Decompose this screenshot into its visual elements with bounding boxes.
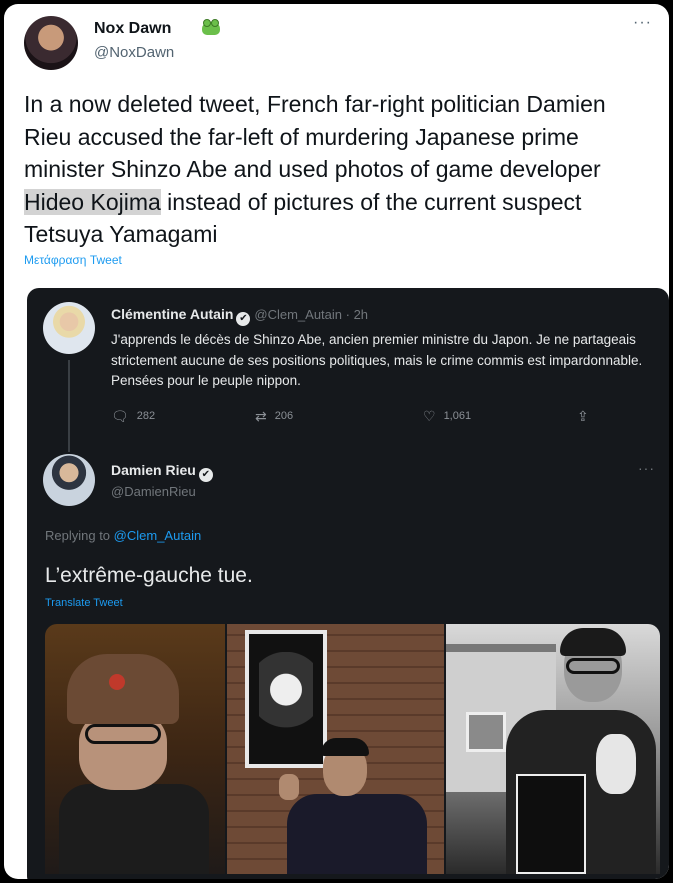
tweet-header: Nox Dawn @NoxDawn ···	[24, 14, 654, 70]
tweet-card: Nox Dawn @NoxDawn ··· In a now deleted t…	[4, 4, 669, 879]
verified-badge-icon: ✔	[198, 468, 213, 482]
share-action[interactable]: ⇪	[577, 408, 597, 425]
reply-count: 282	[136, 410, 156, 422]
reply-author-line: Damien Rieu ✔	[111, 462, 213, 482]
avatar[interactable]	[24, 16, 78, 70]
reply-tweet-text: L’extrême-gauche tue.	[45, 564, 253, 587]
thread-connector	[68, 360, 70, 452]
tweet-text: In a now deleted tweet, French far-right…	[24, 88, 654, 251]
photo-2[interactable]	[227, 624, 444, 874]
retweet-count: 206	[274, 410, 294, 422]
like-icon: ♡	[423, 408, 436, 424]
replying-to: Replying to @Clem_Autain	[45, 528, 201, 543]
tweet-actions: 🗨 282 ⇄ 206 ♡ 1,061 ⇪	[111, 408, 611, 428]
highlighted-text: Hideo Kojima	[24, 188, 161, 215]
avatar-damien-rieu[interactable]	[43, 454, 95, 506]
replying-to-label: Replying to	[45, 528, 114, 543]
reply-icon: 🗨	[111, 408, 129, 424]
translate-tweet-link[interactable]: Translate Tweet	[45, 597, 123, 609]
more-options-icon[interactable]: ···	[638, 460, 655, 476]
author-name[interactable]: Nox Dawn	[94, 20, 171, 38]
retweet-action[interactable]: ⇄ 206	[255, 408, 293, 425]
framed-portrait	[245, 630, 327, 768]
translate-tweet-link[interactable]: Μετάφραση Tweet	[24, 253, 122, 267]
avatar-clementine-autain[interactable]	[43, 302, 95, 354]
reply-author-handle[interactable]: @DamienRieu	[111, 484, 196, 499]
photo-1[interactable]	[45, 624, 225, 874]
original-tweet-text: J'apprends le décès de Shinzo Abe, ancie…	[111, 332, 643, 388]
retweet-icon: ⇄	[255, 408, 267, 424]
replying-to-mention[interactable]: @Clem_Autain	[114, 528, 202, 543]
like-action[interactable]: ♡ 1,061	[423, 408, 471, 425]
share-icon: ⇪	[577, 408, 589, 424]
original-author-line: Clémentine Autain ✔ @Clem_Autain · 2h	[111, 306, 368, 326]
verified-badge-icon: ✔	[236, 312, 251, 326]
photo-3[interactable]	[446, 624, 660, 874]
frog-emoji-icon	[202, 19, 220, 35]
author-handle[interactable]: @NoxDawn	[94, 44, 174, 61]
original-author-handle-time[interactable]: @Clem_Autain · 2h	[254, 307, 368, 322]
like-count: 1,061	[443, 410, 472, 422]
tweet-text-part-1: In a now deleted tweet, French far-right…	[24, 91, 606, 182]
more-options-icon[interactable]: ···	[633, 14, 652, 32]
reply-action[interactable]: 🗨 282	[111, 408, 155, 425]
quoted-screenshot: Clémentine Autain ✔ @Clem_Autain · 2h J'ap…	[27, 288, 669, 879]
original-author-name[interactable]: Clémentine Autain	[111, 306, 233, 322]
reply-author-name[interactable]: Damien Rieu	[111, 462, 196, 478]
